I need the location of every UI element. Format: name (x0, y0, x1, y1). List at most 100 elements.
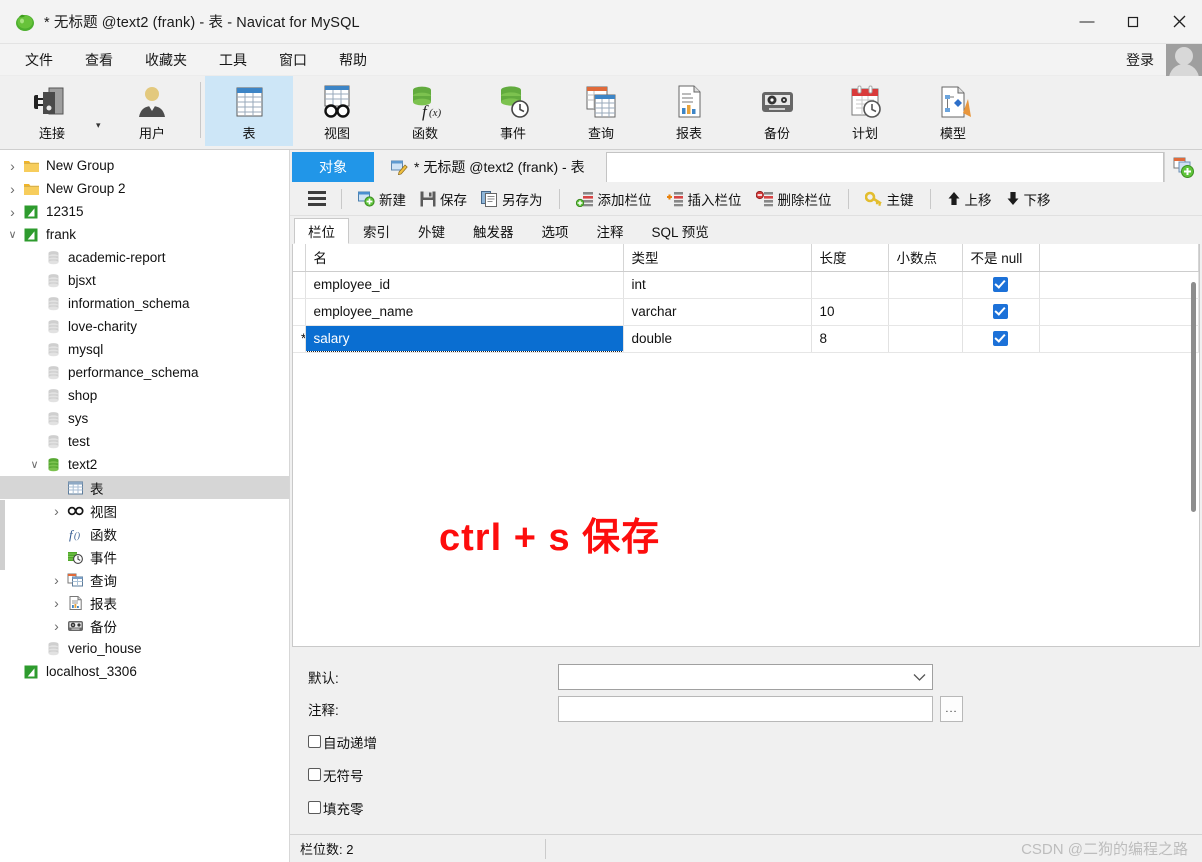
sidebar-item-love-charity[interactable]: love-charity (0, 315, 289, 338)
comment-ellipsis-button[interactable]: ... (940, 696, 963, 722)
tab-indexes[interactable]: 索引 (349, 218, 404, 244)
chevron-right-icon[interactable] (48, 618, 65, 634)
menu-file[interactable]: 文件 (14, 46, 64, 74)
sidebar-tree[interactable]: New Group New Group 2 12315 frank academic-r… (0, 150, 290, 862)
sidebar-item-new-group-2[interactable]: New Group 2 (0, 177, 289, 200)
sidebar-item-text2[interactable]: text2 (0, 453, 289, 476)
insert-field-button[interactable]: 插入栏位 (659, 186, 749, 212)
cell-field-type[interactable]: double (623, 325, 812, 353)
close-button[interactable] (1156, 0, 1202, 44)
toolbar-table[interactable]: 表 (205, 76, 293, 146)
cell-not-null-checkbox[interactable] (962, 298, 1040, 326)
sidebar-item-test[interactable]: test (0, 430, 289, 453)
toolbar-report[interactable]: 报表 (645, 76, 733, 146)
new-tab-icon[interactable] (1164, 152, 1202, 182)
cell-extra[interactable] (1039, 271, 1199, 299)
cell-not-null-checkbox[interactable] (962, 325, 1040, 353)
toolbar-schedule[interactable]: 计划 (821, 76, 909, 146)
chevron-right-icon[interactable] (48, 595, 65, 611)
table-row[interactable]: employee_name varchar 10 (293, 298, 1199, 326)
zerofill-checkbox[interactable] (308, 801, 321, 814)
cell-extra[interactable] (1039, 298, 1199, 326)
comment-input[interactable] (558, 696, 933, 722)
sidebar-item-new-group[interactable]: New Group (0, 154, 289, 177)
sidebar-item-information-schema[interactable]: information_schema (0, 292, 289, 315)
sidebar-item-[interactable]: 视图 (0, 499, 289, 522)
menu-tools[interactable]: 工具 (208, 46, 258, 74)
toolbar-query[interactable]: 查询 (557, 76, 645, 146)
sidebar-item-performance-schema[interactable]: performance_schema (0, 361, 289, 384)
tab-options[interactable]: 选项 (528, 218, 583, 244)
chevron-right-icon[interactable] (4, 181, 21, 197)
tab-comment[interactable]: 注释 (583, 218, 638, 244)
hamburger-icon[interactable] (302, 187, 332, 210)
add-field-button[interactable]: 添加栏位 (569, 186, 659, 212)
chevron-right-icon[interactable] (4, 204, 21, 220)
table-row[interactable]: *salarydouble8 (293, 325, 1199, 353)
unsigned-checkbox[interactable] (308, 768, 321, 781)
tab-sql-preview[interactable]: SQL 预览 (638, 218, 723, 244)
sidebar-item-[interactable]: 表 (0, 476, 289, 499)
cell-field-decimals[interactable] (888, 325, 963, 353)
login-link[interactable]: 登录 (1126, 50, 1166, 70)
chevron-right-icon[interactable] (4, 158, 21, 174)
sidebar-item-[interactable]: 报表 (0, 591, 289, 614)
new-button[interactable]: 新建 (351, 186, 413, 212)
column-header-type[interactable]: 类型 (623, 244, 812, 272)
cell-field-name[interactable]: employee_id (305, 271, 624, 299)
grid-vertical-scrollbar[interactable] (1191, 282, 1196, 512)
chevron-right-icon[interactable] (48, 503, 65, 519)
toolbar-model[interactable]: 模型 (909, 76, 997, 146)
sidebar-item-12315[interactable]: 12315 (0, 200, 289, 223)
column-header-extra[interactable] (1039, 244, 1199, 272)
toolbar-function[interactable]: f (x) 函数 (381, 76, 469, 146)
fields-grid[interactable]: 名 类型 长度 小数点 不是 null employee_id int employ… (293, 244, 1199, 353)
sidebar-item-[interactable]: 备份 (0, 614, 289, 637)
cell-field-type[interactable]: varchar (623, 298, 812, 326)
cell-extra[interactable] (1039, 325, 1199, 353)
cell-field-length[interactable]: 8 (811, 325, 889, 353)
chevron-right-icon[interactable] (48, 572, 65, 588)
delete-field-button[interactable]: 删除栏位 (749, 186, 839, 212)
toolbar-connection[interactable]: 连接 (8, 76, 96, 146)
cell-field-length[interactable] (811, 271, 889, 299)
tab-foreign-keys[interactable]: 外键 (404, 218, 459, 244)
column-header-not-null[interactable]: 不是 null (962, 244, 1040, 272)
zerofill-row[interactable]: 填充零 (308, 791, 1202, 824)
tab-triggers[interactable]: 触发器 (459, 218, 528, 244)
sidebar-item-sys[interactable]: sys (0, 407, 289, 430)
sidebar-item-mysql[interactable]: mysql (0, 338, 289, 361)
field-name-editor[interactable]: salary (305, 325, 622, 351)
primary-key-button[interactable]: 主键 (858, 186, 921, 212)
sidebar-item-academic-report[interactable]: academic-report (0, 246, 289, 269)
toolbar-event[interactable]: 事件 (469, 76, 557, 146)
tab-fields[interactable]: 栏位 (294, 218, 349, 244)
connection-dropdown-caret[interactable]: ▾ (96, 120, 108, 131)
move-down-button[interactable]: 下移 (999, 186, 1058, 212)
save-button[interactable]: 保存 (413, 186, 474, 212)
chevron-down-icon[interactable] (4, 228, 21, 241)
toolbar-user[interactable]: 用户 (108, 76, 196, 146)
sidebar-scrollbar[interactable] (0, 500, 5, 570)
sidebar-item-frank[interactable]: frank (0, 223, 289, 246)
cell-field-decimals[interactable] (888, 271, 963, 299)
sidebar-item-[interactable]: f() 函数 (0, 522, 289, 545)
maximize-button[interactable] (1110, 0, 1156, 44)
avatar[interactable] (1166, 43, 1202, 76)
menu-favorites[interactable]: 收藏夹 (134, 46, 198, 74)
sidebar-item-localhost-3306[interactable]: localhost_3306 (0, 660, 289, 683)
sidebar-item-bjsxt[interactable]: bjsxt (0, 269, 289, 292)
table-row[interactable]: employee_id int (293, 271, 1199, 299)
sidebar-item-verio-house[interactable]: verio_house (0, 637, 289, 660)
toolbar-backup[interactable]: 备份 (733, 76, 821, 146)
sidebar-item-[interactable]: 事件 (0, 545, 289, 568)
column-header-length[interactable]: 长度 (811, 244, 889, 272)
cell-field-type[interactable]: int (623, 271, 812, 299)
chevron-down-icon[interactable] (26, 458, 43, 471)
column-header-decimals[interactable]: 小数点 (888, 244, 963, 272)
column-header-name[interactable]: 名 (305, 244, 624, 272)
sidebar-item-[interactable]: 查询 (0, 568, 289, 591)
cell-field-name[interactable]: employee_name (305, 298, 624, 326)
cell-not-null-checkbox[interactable] (962, 271, 1040, 299)
tab-table-designer[interactable]: * 无标题 @text2 (frank) - 表 (374, 152, 602, 182)
